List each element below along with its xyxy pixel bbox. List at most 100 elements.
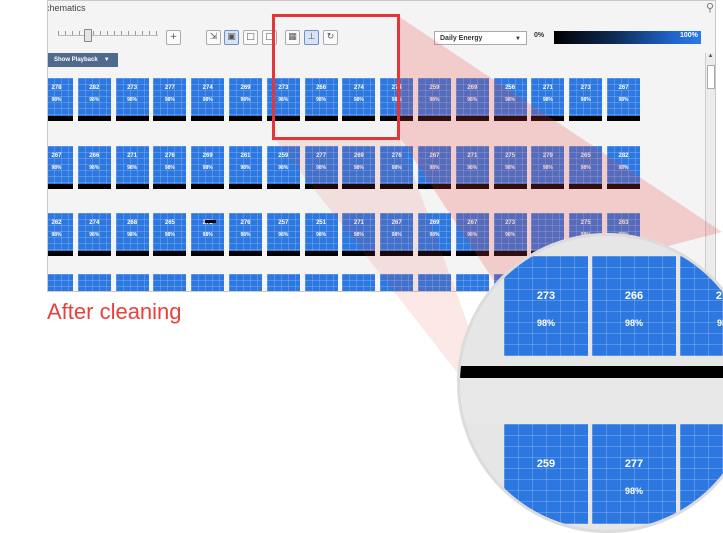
solar-panel-cell[interactable]: 275 98% — [493, 146, 527, 189]
solar-panel-cell[interactable] — [48, 274, 73, 291]
panel-percent: 98% — [391, 165, 402, 171]
scrollbar-thumb[interactable] — [707, 65, 715, 89]
panel-percent: 98% — [127, 165, 138, 171]
panel-view-icon[interactable]: ▣ — [224, 30, 239, 45]
panel-value: 267 — [429, 153, 440, 159]
solar-panel-cell[interactable]: 279 98% — [531, 146, 565, 189]
solar-panel-cell[interactable] — [77, 274, 111, 291]
solar-panel-cell[interactable]: 259 98% — [266, 146, 300, 189]
panel-percent: 98% — [353, 165, 364, 171]
solar-panel-cell[interactable]: 265 98% — [153, 213, 187, 256]
panel-value: 271 — [127, 153, 138, 159]
solar-panel-cell[interactable]: 274 98% — [191, 78, 225, 121]
solar-panel-cell[interactable]: 273 98% — [191, 213, 225, 256]
zoom-in-button[interactable]: + — [166, 30, 181, 45]
zoom-slider-handle[interactable] — [84, 29, 92, 42]
solar-panel-cell[interactable] — [304, 274, 338, 291]
solar-panel-cell[interactable]: 267 98% — [455, 213, 489, 256]
solar-panel-cell[interactable]: 276 98% — [153, 146, 187, 189]
solar-panel-cell[interactable]: 271 98% — [342, 213, 376, 256]
solar-panel-cell[interactable]: 269 98% — [455, 78, 489, 121]
solar-panel-cell[interactable]: 274 98% — [77, 213, 111, 256]
chevron-down-icon: ▼ — [515, 36, 521, 42]
solar-panel-cell[interactable]: 259 98% — [418, 78, 451, 121]
panel-status-bar — [531, 184, 565, 189]
panel-status-bar — [48, 116, 73, 121]
solar-panel-cell[interactable]: 282 98% — [77, 78, 111, 121]
zoom-slider[interactable] — [58, 35, 158, 42]
solar-panel-cell[interactable] — [380, 274, 414, 291]
scroll-up-icon[interactable]: ▲ — [707, 53, 714, 62]
panel-percent: 98% — [240, 232, 251, 238]
solar-panel-cell[interactable]: 269 98% — [342, 146, 376, 189]
solar-panel-cell[interactable]: 271 98% — [531, 78, 565, 121]
mag-cell-percent: 98% — [624, 486, 643, 496]
solar-panel-cell[interactable]: 261 98% — [229, 146, 262, 189]
solar-panel-cell[interactable]: 278 98% — [48, 78, 73, 121]
solar-panel-cell[interactable]: 267 98% — [607, 78, 640, 121]
panel-value: 251 — [316, 220, 327, 226]
panel-percent: 98% — [127, 97, 138, 103]
solar-panel-cell[interactable]: 271 98% — [115, 146, 149, 189]
solar-panel-cell[interactable]: 273 98% — [115, 78, 149, 121]
panel-percent: 98% — [51, 232, 62, 238]
panel-value: 271 — [353, 220, 364, 226]
panel-percent: 98% — [164, 232, 175, 238]
show-playback-button[interactable]: Show Playback ▼ — [48, 53, 118, 67]
solar-panel-cell[interactable]: 266 98% — [77, 146, 111, 189]
panel-percent: 98% — [240, 97, 251, 103]
panel-percent: 98% — [164, 97, 175, 103]
solar-panel-cell[interactable] — [229, 274, 262, 291]
solar-panel-cell[interactable]: 256 98% — [493, 78, 527, 121]
solar-panel-cell[interactable]: 277 98% — [153, 78, 187, 121]
solar-panel-cell[interactable]: 269 98% — [229, 78, 262, 121]
solar-panel-cell[interactable] — [455, 274, 489, 291]
solar-panel-cell[interactable]: 271 98% — [455, 146, 489, 189]
solar-panel-cell[interactable] — [115, 274, 149, 291]
solar-panel-cell[interactable]: 277 98% — [304, 146, 338, 189]
solar-panel-cell[interactable]: 262 98% — [48, 213, 73, 256]
solar-panel-cell[interactable]: 265 98% — [569, 146, 603, 189]
panel-value: 274 — [202, 85, 213, 91]
solar-panel-cell[interactable]: 267 98% — [380, 213, 414, 256]
solar-panel-cell[interactable]: 273 98% — [493, 213, 527, 256]
string-view-icon[interactable]: □ — [243, 30, 258, 45]
solar-panel-cell[interactable]: 276 98% — [229, 213, 262, 256]
solar-panel-cell[interactable]: 269 98% — [191, 146, 225, 189]
solar-panel-cell[interactable]: 273 98% — [569, 78, 603, 121]
solar-panel-cell[interactable]: 282 98% — [607, 146, 640, 189]
mag-cell-value: 277 — [624, 458, 644, 470]
panel-value: 276 — [240, 220, 251, 226]
fit-view-icon[interactable]: ⇲ — [206, 30, 221, 45]
solar-panel-cell[interactable]: 267 98% — [48, 146, 73, 189]
panel-value: 273 — [127, 85, 138, 91]
solar-panel-cell[interactable]: 257 98% — [266, 213, 300, 256]
chevron-down-icon: ▼ — [103, 57, 110, 63]
solar-panel-cell[interactable] — [266, 274, 300, 291]
panel-percent: 98% — [429, 97, 440, 103]
mag-black-strip — [460, 366, 723, 378]
solar-panel-cell[interactable] — [191, 274, 225, 291]
panel-value: 273 — [580, 85, 591, 91]
solar-panel-cell[interactable]: 267 98% — [418, 146, 451, 189]
solar-panel-cell[interactable]: 276 98% — [380, 146, 414, 189]
panel-value: 275 — [580, 220, 591, 226]
panel-percent: 98% — [580, 97, 591, 103]
panel-value: 279 — [542, 153, 553, 159]
solar-panel-cell[interactable]: 268 98% — [115, 213, 149, 256]
panel-status-bar — [191, 251, 225, 256]
solar-panel-cell[interactable]: 251 98% — [304, 213, 338, 256]
magnify-icon[interactable]: ⚲ — [703, 1, 715, 15]
solar-panel-cell[interactable]: 269 98% — [418, 213, 451, 256]
panel-value: 259 — [278, 153, 289, 159]
panel-value: 265 — [164, 220, 175, 226]
panel-status-bar — [304, 251, 338, 256]
solar-panel-cell[interactable] — [153, 274, 187, 291]
panel-value: 262 — [51, 220, 62, 226]
mag-cell-value: 266 — [624, 290, 644, 302]
metric-dropdown[interactable]: Daily Energy ▼ — [434, 31, 527, 45]
panel-status-bar — [455, 251, 489, 256]
solar-panel-cell[interactable] — [418, 274, 451, 291]
panel-status-bar — [115, 251, 149, 256]
solar-panel-cell[interactable] — [342, 274, 376, 291]
